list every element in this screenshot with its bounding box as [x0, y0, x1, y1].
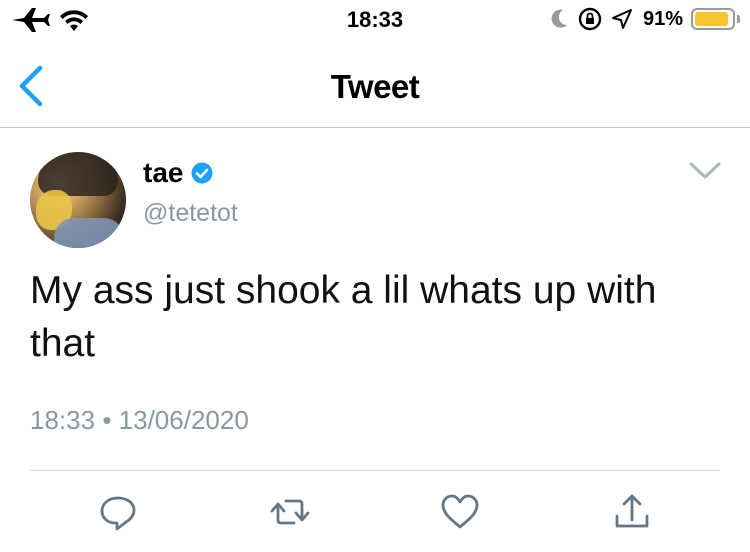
nav-bar: Tweet — [0, 48, 750, 128]
display-name[interactable]: tae — [143, 157, 183, 189]
avatar-shirt — [54, 218, 124, 248]
user-handle[interactable]: @tetetot — [143, 199, 238, 228]
page-title: Tweet — [330, 68, 420, 105]
like-icon[interactable] — [438, 490, 482, 534]
nav-divider — [0, 127, 750, 128]
share-icon[interactable] — [610, 490, 654, 534]
tweet-time: 18:33 — [30, 405, 96, 435]
moon-icon — [551, 9, 567, 28]
battery-icon — [691, 8, 735, 30]
battery-percent: 91% — [642, 7, 683, 30]
orientation-lock-icon — [578, 7, 602, 31]
retweet-icon[interactable] — [268, 490, 312, 534]
avatar[interactable] — [30, 152, 126, 248]
display-name-row[interactable]: tae — [143, 157, 213, 189]
battery-tip — [737, 15, 740, 23]
battery-fill — [695, 12, 728, 26]
tweet-date: 13/06/2020 — [118, 405, 249, 435]
verified-badge-icon — [191, 162, 213, 184]
location-icon — [611, 9, 632, 29]
status-right: 91% — [549, 6, 740, 32]
tweet-text: My ass just shook a lil whats up with th… — [30, 269, 657, 365]
action-bar — [0, 490, 750, 540]
tweet-timestamp: 18:33 • 13/06/2020 — [30, 405, 249, 436]
status-bar: 18:33 91% — [0, 0, 750, 40]
chevron-down-icon[interactable] — [688, 160, 722, 182]
meta-separator: • — [102, 405, 112, 435]
reply-icon[interactable] — [96, 490, 140, 534]
meta-divider — [30, 470, 720, 471]
